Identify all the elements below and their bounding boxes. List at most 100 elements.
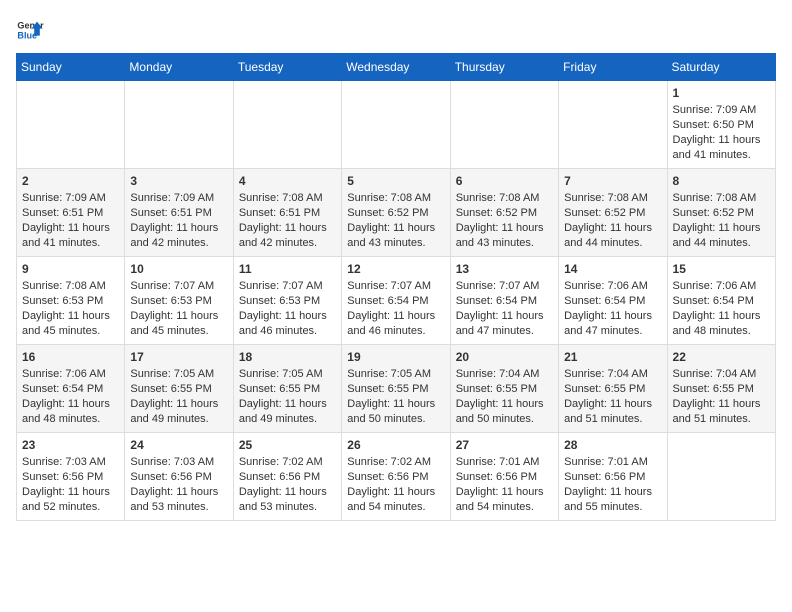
day-number: 9 — [22, 261, 119, 277]
calendar-week-row: 23Sunrise: 7:03 AMSunset: 6:56 PMDayligh… — [17, 433, 776, 521]
day-info: Daylight: 11 hours and 48 minutes. — [673, 309, 770, 339]
day-number: 14 — [564, 261, 661, 277]
day-info: Sunset: 6:56 PM — [130, 470, 227, 485]
calendar-table: SundayMondayTuesdayWednesdayThursdayFrid… — [16, 53, 776, 521]
day-info: Sunrise: 7:07 AM — [239, 279, 336, 294]
day-info: Daylight: 11 hours and 54 minutes. — [456, 485, 553, 515]
day-info: Sunrise: 7:04 AM — [673, 367, 770, 382]
calendar-cell — [125, 81, 233, 169]
calendar-header-row: SundayMondayTuesdayWednesdayThursdayFrid… — [17, 54, 776, 81]
day-info: Sunrise: 7:09 AM — [130, 191, 227, 206]
day-info: Daylight: 11 hours and 52 minutes. — [22, 485, 119, 515]
calendar-cell: 9Sunrise: 7:08 AMSunset: 6:53 PMDaylight… — [17, 257, 125, 345]
day-info: Daylight: 11 hours and 51 minutes. — [673, 397, 770, 427]
calendar-cell: 24Sunrise: 7:03 AMSunset: 6:56 PMDayligh… — [125, 433, 233, 521]
calendar-cell — [17, 81, 125, 169]
day-info: Daylight: 11 hours and 49 minutes. — [130, 397, 227, 427]
day-number: 2 — [22, 173, 119, 189]
day-info: Daylight: 11 hours and 42 minutes. — [130, 221, 227, 251]
calendar-week-row: 2Sunrise: 7:09 AMSunset: 6:51 PMDaylight… — [17, 169, 776, 257]
day-info: Sunrise: 7:08 AM — [673, 191, 770, 206]
calendar-cell — [450, 81, 558, 169]
day-number: 27 — [456, 437, 553, 453]
day-info: Daylight: 11 hours and 48 minutes. — [22, 397, 119, 427]
day-info: Daylight: 11 hours and 43 minutes. — [456, 221, 553, 251]
day-info: Sunrise: 7:08 AM — [347, 191, 444, 206]
day-info: Sunset: 6:53 PM — [130, 294, 227, 309]
calendar-cell: 8Sunrise: 7:08 AMSunset: 6:52 PMDaylight… — [667, 169, 775, 257]
day-number: 23 — [22, 437, 119, 453]
day-info: Sunrise: 7:02 AM — [347, 455, 444, 470]
day-info: Daylight: 11 hours and 50 minutes. — [456, 397, 553, 427]
day-info: Daylight: 11 hours and 49 minutes. — [239, 397, 336, 427]
day-number: 4 — [239, 173, 336, 189]
calendar-cell: 21Sunrise: 7:04 AMSunset: 6:55 PMDayligh… — [559, 345, 667, 433]
logo: General Blue — [16, 16, 44, 49]
day-info: Sunset: 6:55 PM — [130, 382, 227, 397]
calendar-cell: 25Sunrise: 7:02 AMSunset: 6:56 PMDayligh… — [233, 433, 341, 521]
day-info: Sunset: 6:53 PM — [22, 294, 119, 309]
day-number: 6 — [456, 173, 553, 189]
day-info: Sunset: 6:51 PM — [22, 206, 119, 221]
day-info: Daylight: 11 hours and 43 minutes. — [347, 221, 444, 251]
day-info: Daylight: 11 hours and 53 minutes. — [130, 485, 227, 515]
col-header-tuesday: Tuesday — [233, 54, 341, 81]
calendar-cell: 5 Sunrise: 7:08 AMSunset: 6:52 PMDaylight… — [342, 169, 450, 257]
day-info: Sunset: 6:56 PM — [22, 470, 119, 485]
day-info: Sunset: 6:51 PM — [130, 206, 227, 221]
day-info: Sunset: 6:52 PM — [456, 206, 553, 221]
calendar-cell: 15Sunrise: 7:06 AMSunset: 6:54 PMDayligh… — [667, 257, 775, 345]
day-info: Sunset: 6:52 PM — [673, 206, 770, 221]
day-info: Daylight: 11 hours and 45 minutes. — [22, 309, 119, 339]
day-info: Sunset: 6:50 PM — [673, 118, 770, 133]
calendar-cell: 2Sunrise: 7:09 AMSunset: 6:51 PMDaylight… — [17, 169, 125, 257]
calendar-cell — [559, 81, 667, 169]
day-info: Sunrise: 7:09 AM — [673, 103, 770, 118]
day-info: Sunrise: 7:09 AM — [22, 191, 119, 206]
calendar-cell: 19Sunrise: 7:05 AMSunset: 6:55 PMDayligh… — [342, 345, 450, 433]
day-info: Daylight: 11 hours and 46 minutes. — [239, 309, 336, 339]
calendar-cell: 6Sunrise: 7:08 AMSunset: 6:52 PMDaylight… — [450, 169, 558, 257]
col-header-saturday: Saturday — [667, 54, 775, 81]
day-info: Daylight: 11 hours and 45 minutes. — [130, 309, 227, 339]
day-info: Sunset: 6:54 PM — [673, 294, 770, 309]
calendar-cell — [233, 81, 341, 169]
calendar-cell: 22Sunrise: 7:04 AMSunset: 6:55 PMDayligh… — [667, 345, 775, 433]
day-info: Daylight: 11 hours and 54 minutes. — [347, 485, 444, 515]
day-number: 5 — [347, 173, 444, 189]
calendar-cell: 13Sunrise: 7:07 AMSunset: 6:54 PMDayligh… — [450, 257, 558, 345]
day-info: Sunrise: 7:08 AM — [564, 191, 661, 206]
day-info: Sunrise: 7:07 AM — [347, 279, 444, 294]
day-info: Sunset: 6:52 PM — [564, 206, 661, 221]
calendar-cell: 4Sunrise: 7:08 AMSunset: 6:51 PMDaylight… — [233, 169, 341, 257]
calendar-cell: 26Sunrise: 7:02 AMSunset: 6:56 PMDayligh… — [342, 433, 450, 521]
day-number: 15 — [673, 261, 770, 277]
day-info: Sunrise: 7:04 AM — [456, 367, 553, 382]
col-header-monday: Monday — [125, 54, 233, 81]
day-info: Sunrise: 7:06 AM — [564, 279, 661, 294]
day-info: Daylight: 11 hours and 50 minutes. — [347, 397, 444, 427]
col-header-friday: Friday — [559, 54, 667, 81]
day-number: 10 — [130, 261, 227, 277]
calendar-cell: 18Sunrise: 7:05 AMSunset: 6:55 PMDayligh… — [233, 345, 341, 433]
calendar-cell: 14Sunrise: 7:06 AMSunset: 6:54 PMDayligh… — [559, 257, 667, 345]
day-info: Sunset: 6:55 PM — [564, 382, 661, 397]
day-info: Daylight: 11 hours and 42 minutes. — [239, 221, 336, 251]
day-info: Daylight: 11 hours and 46 minutes. — [347, 309, 444, 339]
day-info: Sunrise: 7:05 AM — [347, 367, 444, 382]
col-header-thursday: Thursday — [450, 54, 558, 81]
calendar-cell: 16Sunrise: 7:06 AMSunset: 6:54 PMDayligh… — [17, 345, 125, 433]
day-info: Sunset: 6:56 PM — [456, 470, 553, 485]
calendar-cell — [667, 433, 775, 521]
day-info: Sunrise: 7:02 AM — [239, 455, 336, 470]
day-number: 11 — [239, 261, 336, 277]
day-info: Sunset: 6:52 PM — [347, 206, 444, 221]
day-info: Sunrise: 7:05 AM — [239, 367, 336, 382]
day-info: Sunrise: 7:04 AM — [564, 367, 661, 382]
calendar-cell: 27Sunrise: 7:01 AMSunset: 6:56 PMDayligh… — [450, 433, 558, 521]
day-info: Sunset: 6:51 PM — [239, 206, 336, 221]
day-number: 3 — [130, 173, 227, 189]
day-info: Sunrise: 7:03 AM — [22, 455, 119, 470]
day-info: Daylight: 11 hours and 44 minutes. — [673, 221, 770, 251]
day-info: Sunset: 6:55 PM — [673, 382, 770, 397]
